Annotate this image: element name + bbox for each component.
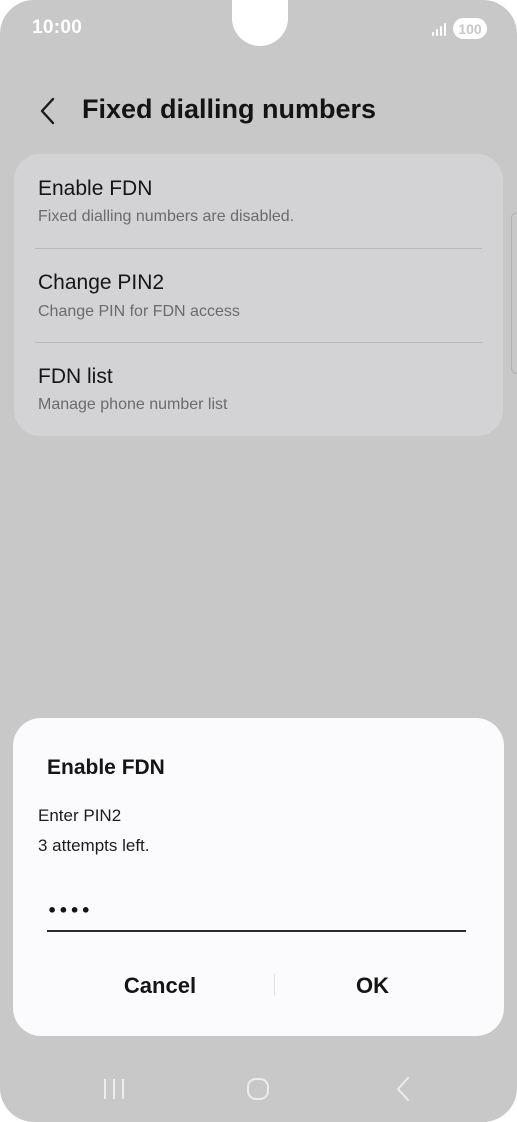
status-time: 10:00 bbox=[32, 17, 83, 38]
chevron-left-icon[interactable] bbox=[38, 96, 60, 126]
settings-item-enable-fdn[interactable]: Enable FDN Fixed dialling numbers are di… bbox=[14, 154, 503, 248]
back-icon[interactable] bbox=[382, 1072, 422, 1106]
dialog-message: Enter PIN2 bbox=[38, 806, 122, 825]
phone-screen: 10:00 100 Fixed dialling numbers Enable … bbox=[0, 0, 517, 1122]
scroll-indicator bbox=[511, 212, 517, 374]
settings-card: Enable FDN Fixed dialling numbers are di… bbox=[14, 154, 503, 436]
ok-button[interactable]: OK bbox=[275, 964, 470, 1008]
home-icon[interactable] bbox=[238, 1072, 278, 1106]
dialog-title: Enable FDN bbox=[47, 756, 165, 779]
settings-item-fdn-list[interactable]: FDN list Manage phone number list bbox=[14, 343, 503, 437]
recents-icon[interactable] bbox=[94, 1072, 134, 1106]
settings-item-change-pin2[interactable]: Change PIN2 Change PIN for FDN access bbox=[14, 249, 503, 343]
settings-item-title: Enable FDN bbox=[38, 177, 153, 200]
battery-icon: 100 bbox=[453, 18, 487, 39]
cancel-button[interactable]: Cancel bbox=[60, 964, 260, 1008]
navigation-bar bbox=[0, 1064, 517, 1114]
signal-icon bbox=[432, 22, 448, 36]
settings-item-subtitle: Fixed dialling numbers are disabled. bbox=[38, 208, 295, 225]
settings-item-title: FDN list bbox=[38, 365, 113, 388]
camera-notch bbox=[232, 0, 288, 46]
settings-item-subtitle: Change PIN for FDN access bbox=[38, 303, 240, 320]
enable-fdn-dialog: Enable FDN Enter PIN2 3 attempts left. C… bbox=[13, 718, 504, 1036]
settings-item-title: Change PIN2 bbox=[38, 271, 165, 294]
settings-item-subtitle: Manage phone number list bbox=[38, 396, 228, 413]
battery-level: 100 bbox=[458, 20, 482, 37]
page-title: Fixed dialling numbers bbox=[82, 94, 377, 124]
attempts-left-text: 3 attempts left. bbox=[38, 836, 150, 855]
pin2-input[interactable] bbox=[47, 890, 466, 932]
